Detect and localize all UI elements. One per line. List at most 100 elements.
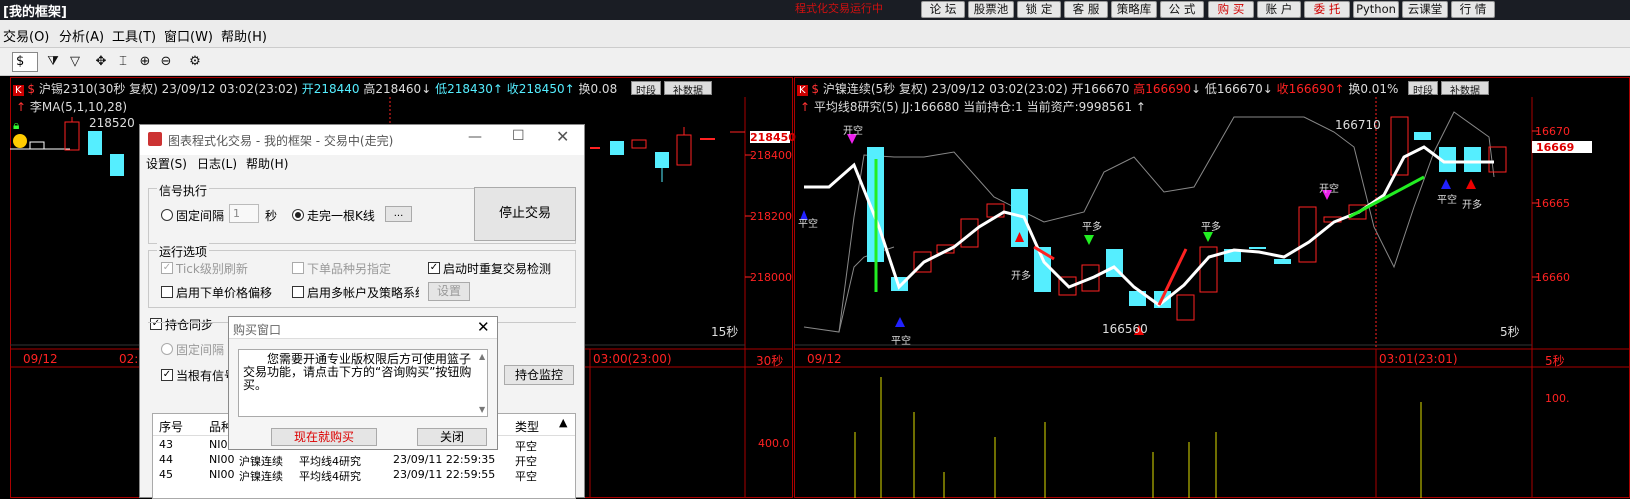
left-y-218200: 218200 <box>750 210 792 223</box>
restart-check-label: 启动时重复交易检测 <box>443 262 552 276</box>
multi-account-label: 启用多帐户及策略系统 <box>307 286 419 300</box>
right-chart-panel[interactable]: K $ 沪镍连续(5秒 复权) 23/09/12 03:02(23:02) 开1… <box>794 77 1630 498</box>
account-button[interactable]: 账 户 <box>1257 1 1301 18</box>
market-button[interactable]: 行 情 <box>1451 1 1495 18</box>
message-scroll-down-icon[interactable]: ▼ <box>479 405 485 414</box>
funnel-icon[interactable]: ⧩ <box>44 53 62 71</box>
strategy-lib-button[interactable]: 策略库 <box>1111 1 1157 18</box>
left-volume-label: 400.0 <box>758 437 790 450</box>
running-warning: 程式化交易运行中 <box>795 2 883 15</box>
row-no: 45 <box>159 468 173 481</box>
right-low-label: 166560 <box>1102 322 1148 336</box>
minimize-icon[interactable]: — <box>468 129 482 145</box>
zoom-in-icon[interactable]: ⊕ <box>136 53 154 71</box>
zoom-out-icon[interactable]: ⊖ <box>157 53 175 71</box>
left-x-mid1: 02: <box>119 352 139 366</box>
left-x-mid2: 03:00(23:00) <box>593 352 672 366</box>
sync-position-checkbox[interactable]: ✓ <box>150 318 162 330</box>
menu-help[interactable]: 帮助(H) <box>221 26 267 45</box>
scroll-up-icon[interactable]: ▲ <box>559 416 567 429</box>
menu-log[interactable]: 日志(L) <box>197 155 237 172</box>
right-x-mid: 03:01(23:01) <box>1379 352 1458 366</box>
left-y-218400: 218400 <box>750 149 792 162</box>
table-row[interactable]: 44 NI00 沪镍连续 平均线4研究 23/09/11 22:59:35 开空 <box>153 453 563 468</box>
bar-complete-radio[interactable] <box>292 209 304 221</box>
buy-dialog-titlebar: 购买窗口 ✕ <box>229 317 497 339</box>
signal-when-checkbox[interactable]: ✓ <box>161 369 173 381</box>
bar-options-button[interactable]: ... <box>385 206 412 222</box>
options-group-label: 运行选项 <box>157 243 210 260</box>
left-y-218000: 218000 <box>750 271 792 284</box>
buy-dialog-close-icon[interactable]: ✕ <box>477 318 490 336</box>
right-high-label: 166710 <box>1335 118 1381 132</box>
message-scroll-up-icon[interactable]: ▲ <box>479 352 485 361</box>
signal-label-open-short: 开空 <box>843 126 863 137</box>
menu-help-dialog[interactable]: 帮助(H) <box>246 155 288 172</box>
row-type: 平空 <box>515 440 537 453</box>
maximize-icon[interactable]: ☐ <box>512 128 525 144</box>
menu-settings[interactable]: 设置(S) <box>146 155 187 172</box>
menu-trade[interactable]: 交易(O) <box>3 26 49 45</box>
signal-label-close-long: 平多 <box>1082 222 1102 233</box>
right-period-label: 5秒 <box>1500 325 1520 339</box>
restart-check-checkbox[interactable]: ✓ <box>428 262 440 274</box>
gear-icon[interactable]: ⚙ <box>186 53 204 71</box>
fixed-interval-radio[interactable] <box>161 209 173 221</box>
lock-button[interactable]: 锁 定 <box>1017 1 1061 18</box>
multi-account-checkbox[interactable] <box>292 286 304 298</box>
row-no: 44 <box>159 453 173 466</box>
fixed-interval2-label: 固定间隔 <box>176 343 225 357</box>
filter-icon[interactable]: ▽ <box>66 53 84 71</box>
stop-trading-button[interactable]: 停止交易 <box>474 187 576 241</box>
right-chart-canvas <box>794 97 1630 498</box>
buy-close-button[interactable]: 关闭 <box>417 428 487 446</box>
python-button[interactable]: Python <box>1353 1 1399 18</box>
row-type: 开空 <box>515 455 537 468</box>
setup-button[interactable]: 设置 <box>428 282 470 301</box>
right-x-start: 09/12 <box>807 352 842 366</box>
bar-complete-label: 走完一根K线 <box>307 209 375 223</box>
right-x-period: 5秒 <box>1545 354 1565 368</box>
tick-refresh-label: Tick级别刷新 <box>176 262 248 276</box>
menu-window[interactable]: 窗口(W) <box>164 26 213 45</box>
classroom-button[interactable]: 云课堂 <box>1402 1 1448 18</box>
buy-button[interactable]: 购 买 <box>1208 1 1254 18</box>
buy-message: 您需要开通专业版权限后方可使用篮子交易功能，请点击下方的“咨询购买”按钮购买。 <box>238 349 488 417</box>
order-button[interactable]: 委 托 <box>1304 1 1350 18</box>
title-bar: [我的框架] 程式化交易运行中 论 坛 股票池 锁 定 客 服 策略库 公 式 … <box>0 0 1630 20</box>
row-code: NI00 <box>209 468 235 481</box>
fixed-interval2-radio[interactable] <box>161 343 173 355</box>
other-symbol-label: 下单品种另指定 <box>307 262 392 276</box>
right-y-16660: 16660 <box>1535 271 1570 284</box>
price-offset-checkbox[interactable] <box>161 286 173 298</box>
stock-pool-button[interactable]: 股票池 <box>968 1 1014 18</box>
col-no: 序号 <box>159 420 184 434</box>
signal-label-close-long-2: 平多 <box>1201 222 1221 233</box>
formula-button[interactable]: 公 式 <box>1160 1 1204 18</box>
position-monitor-button[interactable]: 持仓监控 <box>504 365 574 385</box>
cursor-icon[interactable]: ⌶ <box>114 53 132 71</box>
right-y-16665: 16665 <box>1535 197 1570 210</box>
currency-select[interactable]: $ <box>12 52 38 72</box>
menu-tools[interactable]: 工具(T) <box>112 26 156 45</box>
tick-refresh-checkbox[interactable]: ✓ <box>161 262 173 274</box>
signal-label-cover-short-2: 平空 <box>891 336 911 347</box>
signal-label-open-short-2: 开空 <box>1319 184 1339 195</box>
menu-analysis[interactable]: 分析(A) <box>59 26 104 45</box>
buy-now-button[interactable]: 现在就购买 <box>271 428 377 446</box>
right-volume-label: 100. <box>1545 392 1570 405</box>
price-offset-label: 启用下单价格偏移 <box>176 286 273 300</box>
other-symbol-checkbox[interactable] <box>292 262 304 274</box>
window-title: [我的框架] <box>3 5 67 20</box>
service-button[interactable]: 客 服 <box>1064 1 1108 18</box>
forum-button[interactable]: 论 坛 <box>921 1 965 18</box>
close-icon[interactable]: ✕ <box>556 127 569 146</box>
signal-label-cover-short: 平空 <box>798 219 818 230</box>
interval-input[interactable]: 1 <box>229 204 259 223</box>
signal-group-label: 信号执行 <box>157 182 210 199</box>
row-no: 43 <box>159 438 173 451</box>
buy-dialog: 购买窗口 ✕ 您需要开通专业版权限后方可使用篮子交易功能，请点击下方的“咨询购买… <box>228 316 498 450</box>
row-type: 平空 <box>515 470 537 483</box>
move-icon[interactable]: ✥ <box>92 53 110 71</box>
table-row[interactable]: 45 NI00 沪镍连续 平均线4研究 23/09/11 22:59:55 平空 <box>153 468 563 483</box>
